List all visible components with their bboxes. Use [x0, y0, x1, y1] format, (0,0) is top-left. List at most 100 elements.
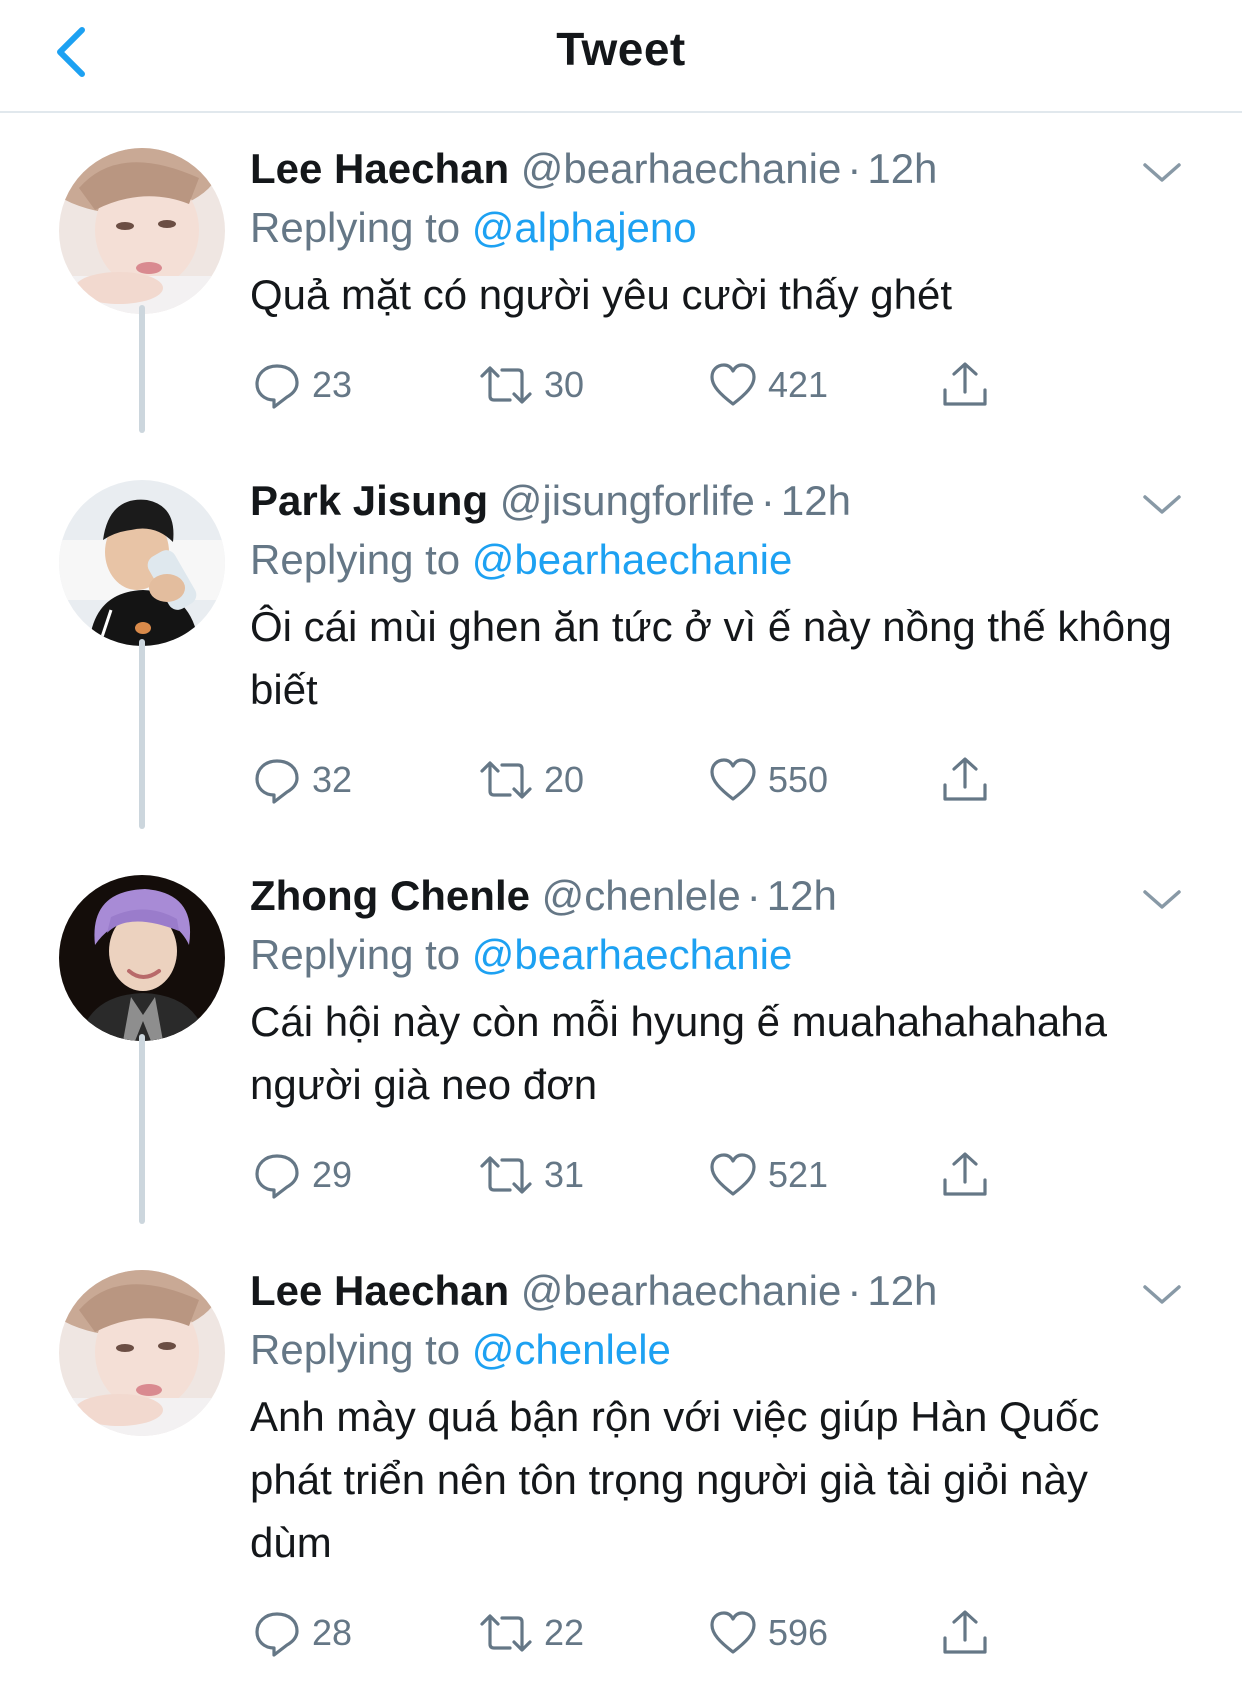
- reply-target-link[interactable]: @chenlele: [472, 1326, 671, 1373]
- tweet-body: Lee Haechan @bearhaechanie · 12h Replying …: [250, 141, 1180, 326]
- reply-icon: [255, 759, 299, 804]
- tweet-options-button[interactable]: [1139, 1277, 1185, 1311]
- tweet-text: Anh mày quá bận rộn với việc giúp Hàn Qu…: [250, 1393, 1100, 1566]
- reply-target-link[interactable]: @bearhaechanie: [472, 536, 793, 583]
- replying-to-label: Replying to: [250, 536, 461, 583]
- tweet-actions: 29 31 521: [250, 1145, 1010, 1205]
- avatar[interactable]: [59, 1270, 225, 1436]
- reply-count: 29: [312, 1154, 353, 1195]
- reply-button[interactable]: 23: [252, 355, 352, 415]
- replying-to: Replying to @chenlele: [250, 1319, 1180, 1381]
- retweet-count: 31: [544, 1154, 585, 1195]
- user-handle[interactable]: @chenlele: [542, 872, 741, 919]
- separator-dot: ·: [847, 1267, 862, 1314]
- retweet-icon: [480, 366, 532, 404]
- tweet-actions: 28 22 596: [250, 1603, 1010, 1663]
- tweet-text: Cái hội này còn mỗi hyung ế muahahahahah…: [250, 998, 1107, 1108]
- retweet-count: 20: [544, 759, 585, 800]
- like-count: 596: [768, 1612, 829, 1653]
- share-icon: [943, 1152, 987, 1196]
- heart-icon: [710, 758, 756, 801]
- user-handle[interactable]: @jisungforlife: [500, 477, 755, 524]
- tweet-text: Quả mặt có người yêu cười thấy ghét: [250, 271, 952, 318]
- share-button[interactable]: [940, 750, 990, 810]
- like-button[interactable]: 421: [708, 355, 828, 415]
- like-button[interactable]: 596: [708, 1603, 828, 1663]
- like-count: 521: [768, 1154, 829, 1195]
- tweet-actions: 32 20 550: [250, 750, 1010, 810]
- avatar[interactable]: [59, 875, 225, 1041]
- tweet-text: Ôi cái mùi ghen ăn tức ở vì ế này nồng t…: [250, 603, 1172, 713]
- replying-to: Replying to @bearhaechanie: [250, 924, 1180, 986]
- tweet-body: Lee Haechan @bearhaechanie · 12h Replying …: [250, 1263, 1180, 1574]
- tweet-header: Lee Haechan @bearhaechanie · 12h: [250, 1263, 1180, 1319]
- like-button[interactable]: 550: [708, 750, 828, 810]
- replying-to-label: Replying to: [250, 204, 461, 251]
- chevron-down-icon: [1143, 163, 1181, 182]
- top-nav-bar: Tweet: [0, 0, 1242, 113]
- separator-dot: ·: [760, 477, 775, 524]
- reply-button[interactable]: 29: [252, 1145, 352, 1205]
- replying-to: Replying to @bearhaechanie: [250, 529, 1180, 591]
- chevron-down-icon: [1143, 495, 1181, 514]
- replying-to: Replying to @alphajeno: [250, 197, 1180, 259]
- share-button[interactable]: [940, 1145, 990, 1205]
- page-title: Tweet: [556, 23, 686, 75]
- avatar[interactable]: [59, 148, 225, 314]
- tweet-options-button[interactable]: [1139, 487, 1185, 521]
- thread-connector: [139, 1034, 145, 1224]
- user-handle[interactable]: @bearhaechanie: [521, 1267, 842, 1314]
- tweet-actions: 23 30 421: [250, 355, 1010, 415]
- retweet-button[interactable]: 30: [478, 355, 584, 415]
- tweet-header: Lee Haechan @bearhaechanie · 12h: [250, 141, 1180, 197]
- display-name[interactable]: Lee Haechan: [250, 145, 509, 192]
- replying-to-label: Replying to: [250, 931, 461, 978]
- heart-icon: [710, 1153, 756, 1196]
- share-icon: [943, 757, 987, 801]
- share-button[interactable]: [940, 1603, 990, 1663]
- reply-target-link[interactable]: @bearhaechanie: [472, 931, 793, 978]
- retweet-count: 30: [544, 364, 585, 405]
- thread-connector: [139, 305, 145, 433]
- tweet-header: Park Jisung @jisungforlife · 12h: [250, 473, 1180, 529]
- tweet-options-button[interactable]: [1139, 155, 1185, 189]
- reply-count: 23: [312, 364, 353, 405]
- chevron-down-icon: [1143, 1285, 1181, 1304]
- heart-icon: [710, 363, 756, 406]
- reply-count: 32: [312, 759, 353, 800]
- share-icon: [943, 1610, 987, 1654]
- share-icon: [943, 362, 987, 406]
- retweet-count: 22: [544, 1612, 585, 1653]
- reply-button[interactable]: 28: [252, 1603, 352, 1663]
- display-name[interactable]: Park Jisung: [250, 477, 488, 524]
- retweet-icon: [480, 1614, 532, 1652]
- user-handle[interactable]: @bearhaechanie: [521, 145, 842, 192]
- reply-target-link[interactable]: @alphajeno: [472, 204, 697, 251]
- timestamp: 12h: [867, 1267, 938, 1314]
- retweet-icon: [480, 761, 532, 799]
- timestamp: 12h: [780, 477, 851, 524]
- tweet-options-button[interactable]: [1139, 882, 1185, 916]
- separator-dot: ·: [746, 872, 761, 919]
- retweet-icon: [480, 1156, 532, 1194]
- heart-icon: [710, 1611, 756, 1654]
- tweet-body: Zhong Chenle @chenlele · 12h Replying to @…: [250, 868, 1180, 1116]
- reply-icon: [255, 364, 299, 409]
- like-button[interactable]: 521: [708, 1145, 828, 1205]
- reply-icon: [255, 1154, 299, 1199]
- display-name[interactable]: Zhong Chenle: [250, 872, 530, 919]
- retweet-button[interactable]: 22: [478, 1603, 584, 1663]
- tweet-header: Zhong Chenle @chenlele · 12h: [250, 868, 1180, 924]
- share-button[interactable]: [940, 355, 990, 415]
- timestamp: 12h: [766, 872, 837, 919]
- replying-to-label: Replying to: [250, 1326, 461, 1373]
- retweet-button[interactable]: 31: [478, 1145, 584, 1205]
- retweet-button[interactable]: 20: [478, 750, 584, 810]
- reply-button[interactable]: 32: [252, 750, 352, 810]
- reply-count: 28: [312, 1612, 353, 1653]
- display-name[interactable]: Lee Haechan: [250, 1267, 509, 1314]
- separator-dot: ·: [847, 145, 862, 192]
- avatar[interactable]: [59, 480, 225, 646]
- chevron-down-icon: [1143, 890, 1181, 909]
- thread-connector: [139, 639, 145, 829]
